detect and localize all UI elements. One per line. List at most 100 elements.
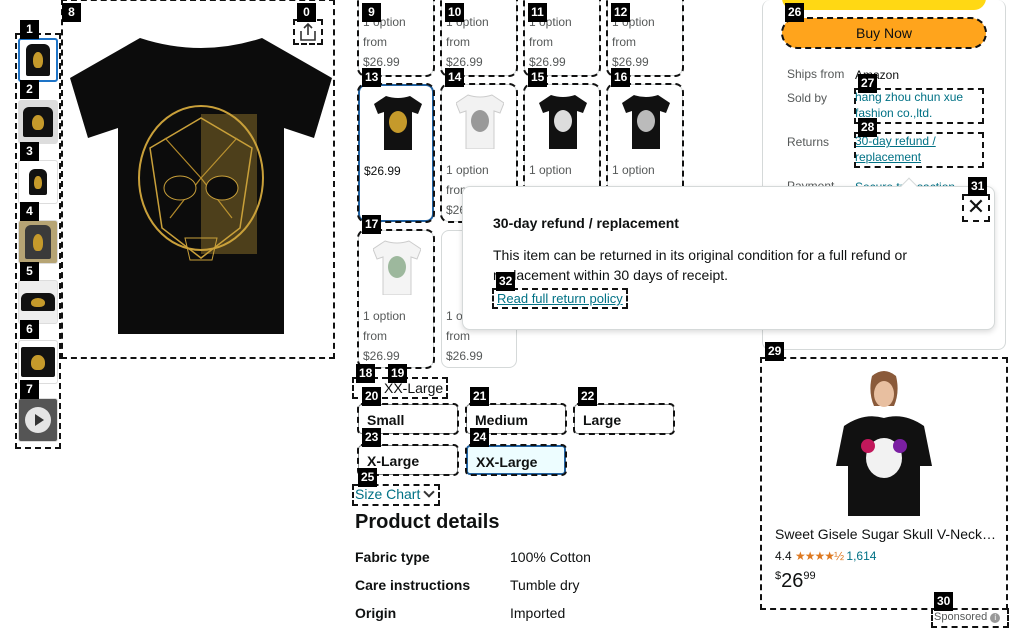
label-4: 4 [20,202,39,221]
label-31: 31 [968,177,988,196]
variant-option: 1 o [446,309,463,323]
add-to-cart-button[interactable] [782,0,986,10]
variant-from: from [446,35,470,49]
variant-from: from [363,35,387,49]
thumbnail-video[interactable] [18,398,58,442]
variant-price: $26.99 [364,164,401,178]
detail-value: 100% Cotton [510,549,591,565]
variant-price: $26.99 [363,349,400,363]
label-29: 29 [765,342,785,361]
sponsored-price: $2699 [775,570,816,593]
label-32: 32 [496,272,516,291]
sponsored-label[interactable]: Sponsored i [931,608,1009,628]
variant-option: 1 option [446,163,489,177]
size-option-large[interactable]: Large [573,403,675,435]
label-6: 6 [20,320,39,339]
label-17: 17 [362,215,382,234]
label-1: 1 [20,20,39,39]
sold-by-value: hang zhou chun xue fashion co.,ltd. [855,90,964,120]
returns-popover: 30-day refund / replacement This item ca… [462,186,995,330]
detail-value: Tumble dry [510,577,580,593]
detail-row-fabric: Fabric type 100% Cotton [355,549,591,565]
detail-row-origin: Origin Imported [355,605,565,621]
skull-tshirt-image [70,38,332,334]
thumbnail-6[interactable] [18,340,58,384]
variant-shirt-image [374,96,422,150]
product-details-heading: Product details [355,511,500,533]
return-policy-link[interactable]: Read full return policy [492,288,628,309]
variant-shirt-image [539,95,587,149]
thumbnail-5[interactable] [18,280,58,324]
sold-by-label: Sold by [787,91,828,105]
play-icon [25,407,51,433]
rating-count[interactable]: 1,614 [846,549,876,563]
label-27: 27 [858,74,878,93]
size-option-xx-large[interactable]: XX-Large [465,444,567,476]
star-rating-icon: ★★★★½ [795,549,844,563]
buy-now-button[interactable]: Buy Now [781,17,987,49]
thumbnail-4[interactable] [18,220,58,264]
close-popover-button[interactable]: ✕ [962,194,990,222]
label-30: 30 [934,592,954,611]
ships-from-label: Ships from [787,67,845,81]
sponsored-product-card[interactable]: Sweet Gisele Sugar Skull V-Neck… 4.4 ★★★… [760,357,1008,610]
detail-key: Care instructions [355,577,471,593]
label-12: 12 [611,3,631,22]
chevron-down-icon [423,486,435,498]
returns-value: 30-day refund / replacement [855,134,936,164]
label-2: 2 [20,80,39,99]
thumbnail-3[interactable] [18,160,58,204]
variant-option: 1 option [529,163,572,177]
label-11: 11 [528,3,547,22]
label-15: 15 [528,68,548,87]
variant-shirt-image [622,95,670,149]
label-3: 3 [20,142,39,161]
variant-from: from [363,329,387,343]
sponsored-product-image [836,371,932,516]
variant-price: $26.99 [446,349,483,363]
rating-value: 4.4 [775,549,792,563]
variant-from: from [529,35,553,49]
price-fraction: 99 [803,570,816,582]
detail-value: Imported [510,605,566,621]
label-10: 10 [445,3,465,22]
label-28: 28 [858,118,878,137]
returns-link[interactable]: 30-day refund / replacement [854,132,984,168]
label-7: 7 [20,380,39,399]
label-23: 23 [362,428,382,447]
detail-row-care: Care instructions Tumble dry [355,577,580,593]
variant-shirt-image [456,94,504,149]
label-18: 18 [356,364,376,383]
popover-body: This item can be returned in its origina… [493,247,907,283]
share-button[interactable] [293,19,323,45]
size-chart-link[interactable]: Size Chart [352,484,440,506]
variant-price: $26.99 [612,55,649,69]
label-22: 22 [578,387,598,406]
thumbnail-1[interactable] [18,38,58,82]
share-icon [300,22,316,41]
variant-card-13[interactable]: $26.99 [357,83,435,223]
label-16: 16 [611,68,631,87]
returns-label: Returns [787,135,830,149]
variant-price: $26.99 [363,55,400,69]
label-13: 13 [362,68,382,87]
main-product-image[interactable] [61,0,335,359]
label-19: 19 [388,364,408,383]
variant-option: 1 option [363,309,406,323]
variant-shirt-image [373,240,421,295]
size-chart-text: Size Chart [355,486,421,502]
variant-price: $26.99 [529,55,566,69]
close-icon: ✕ [966,194,986,219]
label-0: 0 [297,3,316,22]
return-policy-link-text: Read full return policy [497,291,623,306]
popover-title: 30-day refund / replacement [493,215,679,231]
sponsored-product-title[interactable]: Sweet Gisele Sugar Skull V-Neck… [775,526,996,542]
detail-key: Fabric type [355,549,430,565]
info-icon: i [990,613,1001,623]
thumbnail-2[interactable] [18,100,58,144]
detail-key: Origin [355,605,397,621]
sponsored-rating: 4.4 ★★★★½ 1,614 [775,549,876,563]
variant-card-17[interactable]: 1 option from $26.99 [357,229,435,369]
label-9: 9 [362,3,381,22]
label-26: 26 [785,3,805,22]
